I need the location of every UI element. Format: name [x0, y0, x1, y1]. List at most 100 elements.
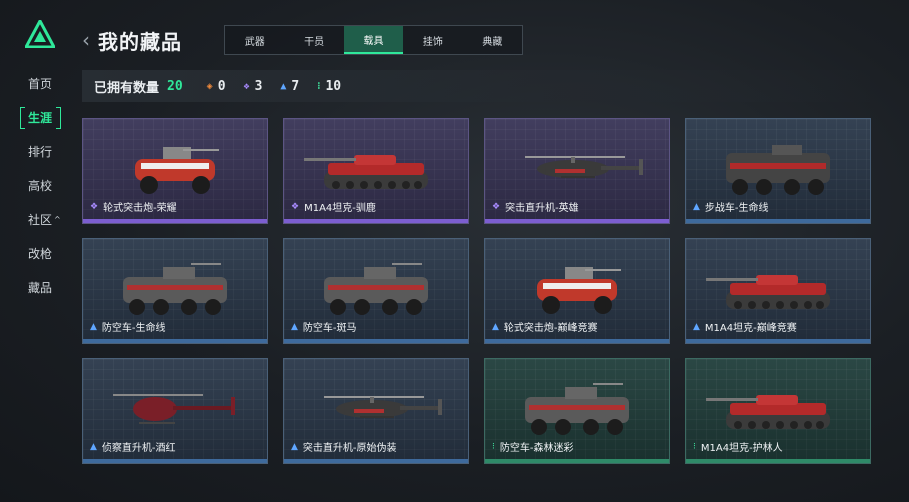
owned-count-value: 20	[167, 78, 183, 94]
epic-diamond-icon: ❖	[243, 80, 250, 92]
nav-item-ranking[interactable]: 排行	[18, 138, 66, 164]
vehicle-card[interactable]: ▲ 侦察直升机-酒红	[82, 358, 268, 464]
rarity-strip	[284, 459, 468, 463]
aa-vehicle-icon	[123, 263, 227, 315]
vehicle-name: 轮式突击炮-荣耀	[103, 203, 177, 214]
card-label: ⁝ 防空车-森林迷彩	[492, 439, 574, 455]
attack-helicopter-icon	[324, 396, 442, 418]
ownership-stats-bar: 已拥有数量 20 ◈ 0 ❖ 3 ▲ 7 ⁝ 10	[82, 70, 870, 102]
vehicle-name: 突击直升机-英雄	[505, 203, 579, 214]
legendary-count: ◈ 0	[207, 79, 226, 94]
rare-rarity-icon: ▲	[90, 321, 97, 332]
vehicle-card[interactable]: ▲ 突击直升机-原始伪装	[283, 358, 469, 464]
rare-rarity-icon: ▲	[291, 321, 298, 332]
vehicle-card[interactable]: ▲ M1A4坦克-巅峰竞赛	[685, 238, 871, 344]
tab-weapons[interactable]: 武器	[225, 26, 284, 54]
vehicle-name: M1A4坦克-护林人	[700, 443, 783, 454]
vehicle-card[interactable]: ❖ 轮式突击炮-荣耀	[82, 118, 268, 224]
legendary-count-value: 0	[217, 78, 226, 94]
page-title: 我的藏品	[98, 29, 182, 54]
rare-rarity-icon: ▲	[291, 441, 298, 452]
nav-item-home[interactable]: 首页	[18, 70, 66, 96]
vehicle-card[interactable]: ❖ M1A4坦克-驯鹿	[283, 118, 469, 224]
tank-icon	[706, 275, 830, 309]
vehicle-card[interactable]: ❖ 突击直升机-英雄	[484, 118, 670, 224]
nav-item-university[interactable]: 高校	[18, 172, 66, 198]
vehicle-name: 步战车-生命线	[704, 203, 769, 214]
rare-count: ▲ 7	[280, 79, 299, 94]
nav-item-career[interactable]: 生涯	[18, 104, 66, 130]
wheeled-assault-gun-icon	[537, 267, 621, 314]
rarity-strip	[485, 459, 669, 463]
uncommon-rarity-icon: ⁝	[693, 441, 696, 452]
vehicle-name: 防空车-森林迷彩	[499, 443, 574, 454]
game-logo-icon[interactable]	[25, 20, 55, 48]
rarity-strip	[83, 459, 267, 463]
sidebar: 首页 生涯 排行 高校 社区 ^ 改枪 藏品	[0, 0, 70, 502]
legendary-diamond-icon: ◈	[206, 80, 213, 92]
rare-count-value: 7	[291, 78, 300, 94]
rarity-strip	[686, 459, 870, 463]
scout-helicopter-icon	[113, 394, 235, 424]
nav-label: 改枪	[28, 246, 53, 261]
vehicle-name: M1A4坦克-驯鹿	[304, 203, 376, 214]
vehicle-card[interactable]: ▲ 防空车-生命线	[82, 238, 268, 344]
vehicle-name: 轮式突击炮-巅峰竞赛	[503, 323, 598, 334]
rarity-strip	[83, 339, 267, 343]
tab-collectibles[interactable]: 典藏	[463, 26, 522, 54]
vehicle-name: 防空车-斑马	[302, 323, 357, 334]
vehicle-name: 侦察直升机-酒红	[101, 443, 176, 454]
back-chevron-icon[interactable]: ‹	[82, 28, 90, 52]
nav-label: 高校	[28, 178, 53, 193]
nav-label: 生涯	[28, 110, 53, 125]
aa-vehicle-icon	[324, 263, 428, 315]
epic-count-value: 3	[254, 78, 263, 94]
vehicle-card[interactable]: ⁝ 防空车-森林迷彩	[484, 358, 670, 464]
rare-rarity-icon: ▲	[693, 201, 700, 212]
rare-rarity-icon: ▲	[90, 441, 97, 452]
tab-charms[interactable]: 挂饰	[403, 26, 462, 54]
nav-label: 排行	[28, 144, 53, 159]
nav-item-community[interactable]: 社区 ^	[18, 206, 66, 232]
epic-rarity-icon: ❖	[90, 201, 99, 212]
uncommon-rarity-icon: ⁝	[492, 441, 495, 452]
tab-vehicles[interactable]: 载具	[343, 26, 404, 54]
nav-item-gunsmith[interactable]: 改枪	[18, 240, 66, 266]
vehicle-name: 防空车-生命线	[101, 323, 166, 334]
rarity-strip	[686, 339, 870, 343]
card-label: ▲ 侦察直升机-酒红	[90, 439, 176, 455]
rare-rarity-icon: ▲	[492, 321, 499, 332]
category-tabs: 武器 干员 载具 挂饰 典藏	[224, 25, 523, 55]
rarity-strip	[485, 219, 669, 223]
rarity-strip	[284, 339, 468, 343]
vehicle-card[interactable]: ⁝ M1A4坦克-护林人	[685, 358, 871, 464]
nav-item-collection[interactable]: 藏品	[18, 274, 66, 300]
rarity-strip	[686, 219, 870, 223]
card-label: ▲ 轮式突击炮-巅峰竞赛	[492, 319, 598, 335]
vehicle-name: M1A4坦克-巅峰竞赛	[704, 323, 797, 334]
vehicle-card[interactable]: ▲ 轮式突击炮-巅峰竞赛	[484, 238, 670, 344]
aa-vehicle-icon	[525, 383, 629, 435]
rarity-strip	[83, 219, 267, 223]
card-label: ▲ 步战车-生命线	[693, 199, 769, 215]
side-nav: 首页 生涯 排行 高校 社区 ^ 改枪 藏品	[18, 70, 66, 308]
rare-rarity-icon: ▲	[693, 321, 700, 332]
vehicle-card[interactable]: ▲ 防空车-斑马	[283, 238, 469, 344]
tab-operators[interactable]: 干员	[284, 26, 343, 54]
page-header: ‹ 我的藏品	[82, 22, 182, 58]
tank-icon	[304, 155, 428, 189]
card-label: ▲ 防空车-斑马	[291, 319, 357, 335]
rarity-strip	[284, 219, 468, 223]
vehicle-name: 突击直升机-原始伪装	[302, 443, 397, 454]
card-label: ▲ 防空车-生命线	[90, 319, 166, 335]
card-label: ❖ M1A4坦克-驯鹿	[291, 199, 376, 215]
card-label: ❖ 轮式突击炮-荣耀	[90, 199, 177, 215]
nav-label: 首页	[28, 76, 53, 91]
epic-rarity-icon: ❖	[492, 201, 501, 212]
card-label: ❖ 突击直升机-英雄	[492, 199, 579, 215]
vehicle-card[interactable]: ▲ 步战车-生命线	[685, 118, 871, 224]
nav-label: 藏品	[28, 280, 53, 295]
uncommon-arrow-icon: ⁝	[317, 80, 321, 92]
uncommon-count-value: 10	[325, 78, 342, 94]
wheeled-assault-gun-icon	[135, 147, 219, 194]
